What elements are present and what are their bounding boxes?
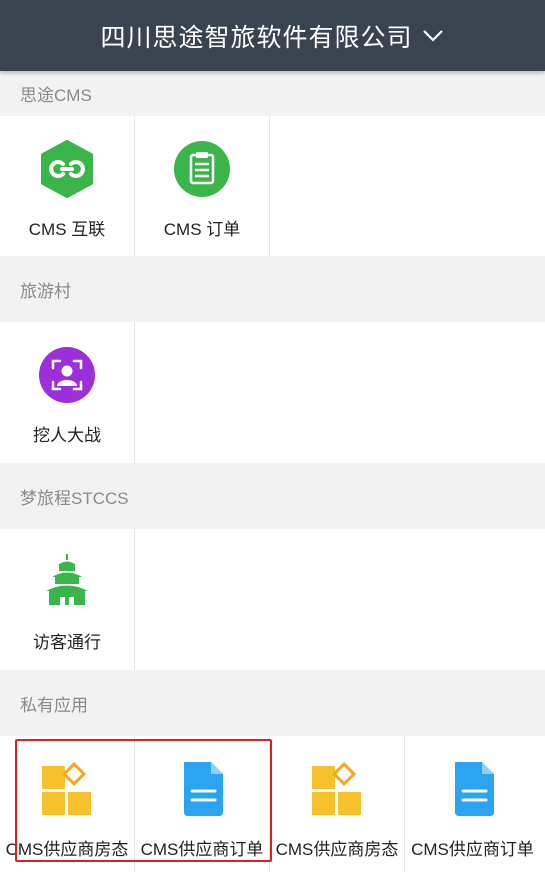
app-wa-ren-da-zhan[interactable]: 挖人大战 bbox=[0, 322, 135, 463]
app-grid-situ-cms: CMS 互联 CMS 订单 bbox=[0, 116, 545, 256]
app-label: 挖人大战 bbox=[33, 426, 101, 445]
app-supplier-order[interactable]: CMS供应商订单 bbox=[405, 736, 540, 872]
document-icon bbox=[173, 760, 231, 818]
chevron-down-icon[interactable] bbox=[421, 24, 445, 48]
company-name: 四川思途智旅软件有限公司 bbox=[100, 23, 413, 52]
app-grid-tourism-village: 挖人大战 bbox=[0, 322, 545, 463]
document-icon bbox=[444, 760, 502, 818]
clipboard-icon bbox=[173, 140, 231, 198]
app-visitor-access[interactable]: 访客通行 bbox=[0, 529, 135, 670]
app-label: CMS供应商房态 bbox=[5, 840, 129, 859]
empty-cell bbox=[135, 322, 545, 463]
section-title-tourism-village: 旅游村 bbox=[0, 256, 545, 322]
section-title-stccs: 梦旅程STCCS bbox=[0, 463, 545, 529]
app-label: CMS供应商订单 bbox=[411, 840, 534, 859]
app-label: CMS 互联 bbox=[28, 220, 106, 239]
section-title-private-apps: 私有应用 bbox=[0, 670, 545, 736]
room-status-icon bbox=[38, 760, 96, 818]
room-status-icon bbox=[308, 760, 366, 818]
app-supplier-room-status[interactable]: CMS供应商房态 bbox=[0, 736, 135, 872]
app-label: CMS 订单 bbox=[163, 220, 241, 239]
section-title-text: 旅游村 bbox=[20, 281, 71, 301]
section-title-text: 思途CMS bbox=[20, 86, 92, 105]
app-label: CMS供应商订单 bbox=[140, 840, 264, 859]
app-label: CMS供应商房态 bbox=[275, 840, 399, 859]
empty-cell bbox=[270, 116, 545, 256]
empty-cell bbox=[135, 529, 545, 670]
face-scan-icon bbox=[38, 346, 96, 404]
app-supplier-order[interactable]: CMS供应商订单 bbox=[135, 736, 270, 872]
section-title-situ-cms: 思途CMS bbox=[0, 71, 545, 116]
app-label: 访客通行 bbox=[33, 633, 101, 652]
section-title-text: 梦旅程STCCS bbox=[20, 488, 129, 508]
section-title-text: 私有应用 bbox=[20, 695, 88, 715]
app-grid-stccs: 访客通行 bbox=[0, 529, 545, 670]
app-cms-link[interactable]: CMS 互联 bbox=[0, 116, 135, 256]
app-grid-private-apps: CMS供应商房态 CMS供应商订单 CMS供应商房态 CMS供应商订单 bbox=[0, 736, 545, 872]
company-header[interactable]: 四川思途智旅软件有限公司 bbox=[0, 0, 545, 71]
link-hexagon-icon bbox=[38, 140, 96, 198]
app-supplier-room-status[interactable]: CMS供应商房态 bbox=[270, 736, 405, 872]
pagoda-icon bbox=[38, 553, 96, 611]
app-cms-order[interactable]: CMS 订单 bbox=[135, 116, 270, 256]
